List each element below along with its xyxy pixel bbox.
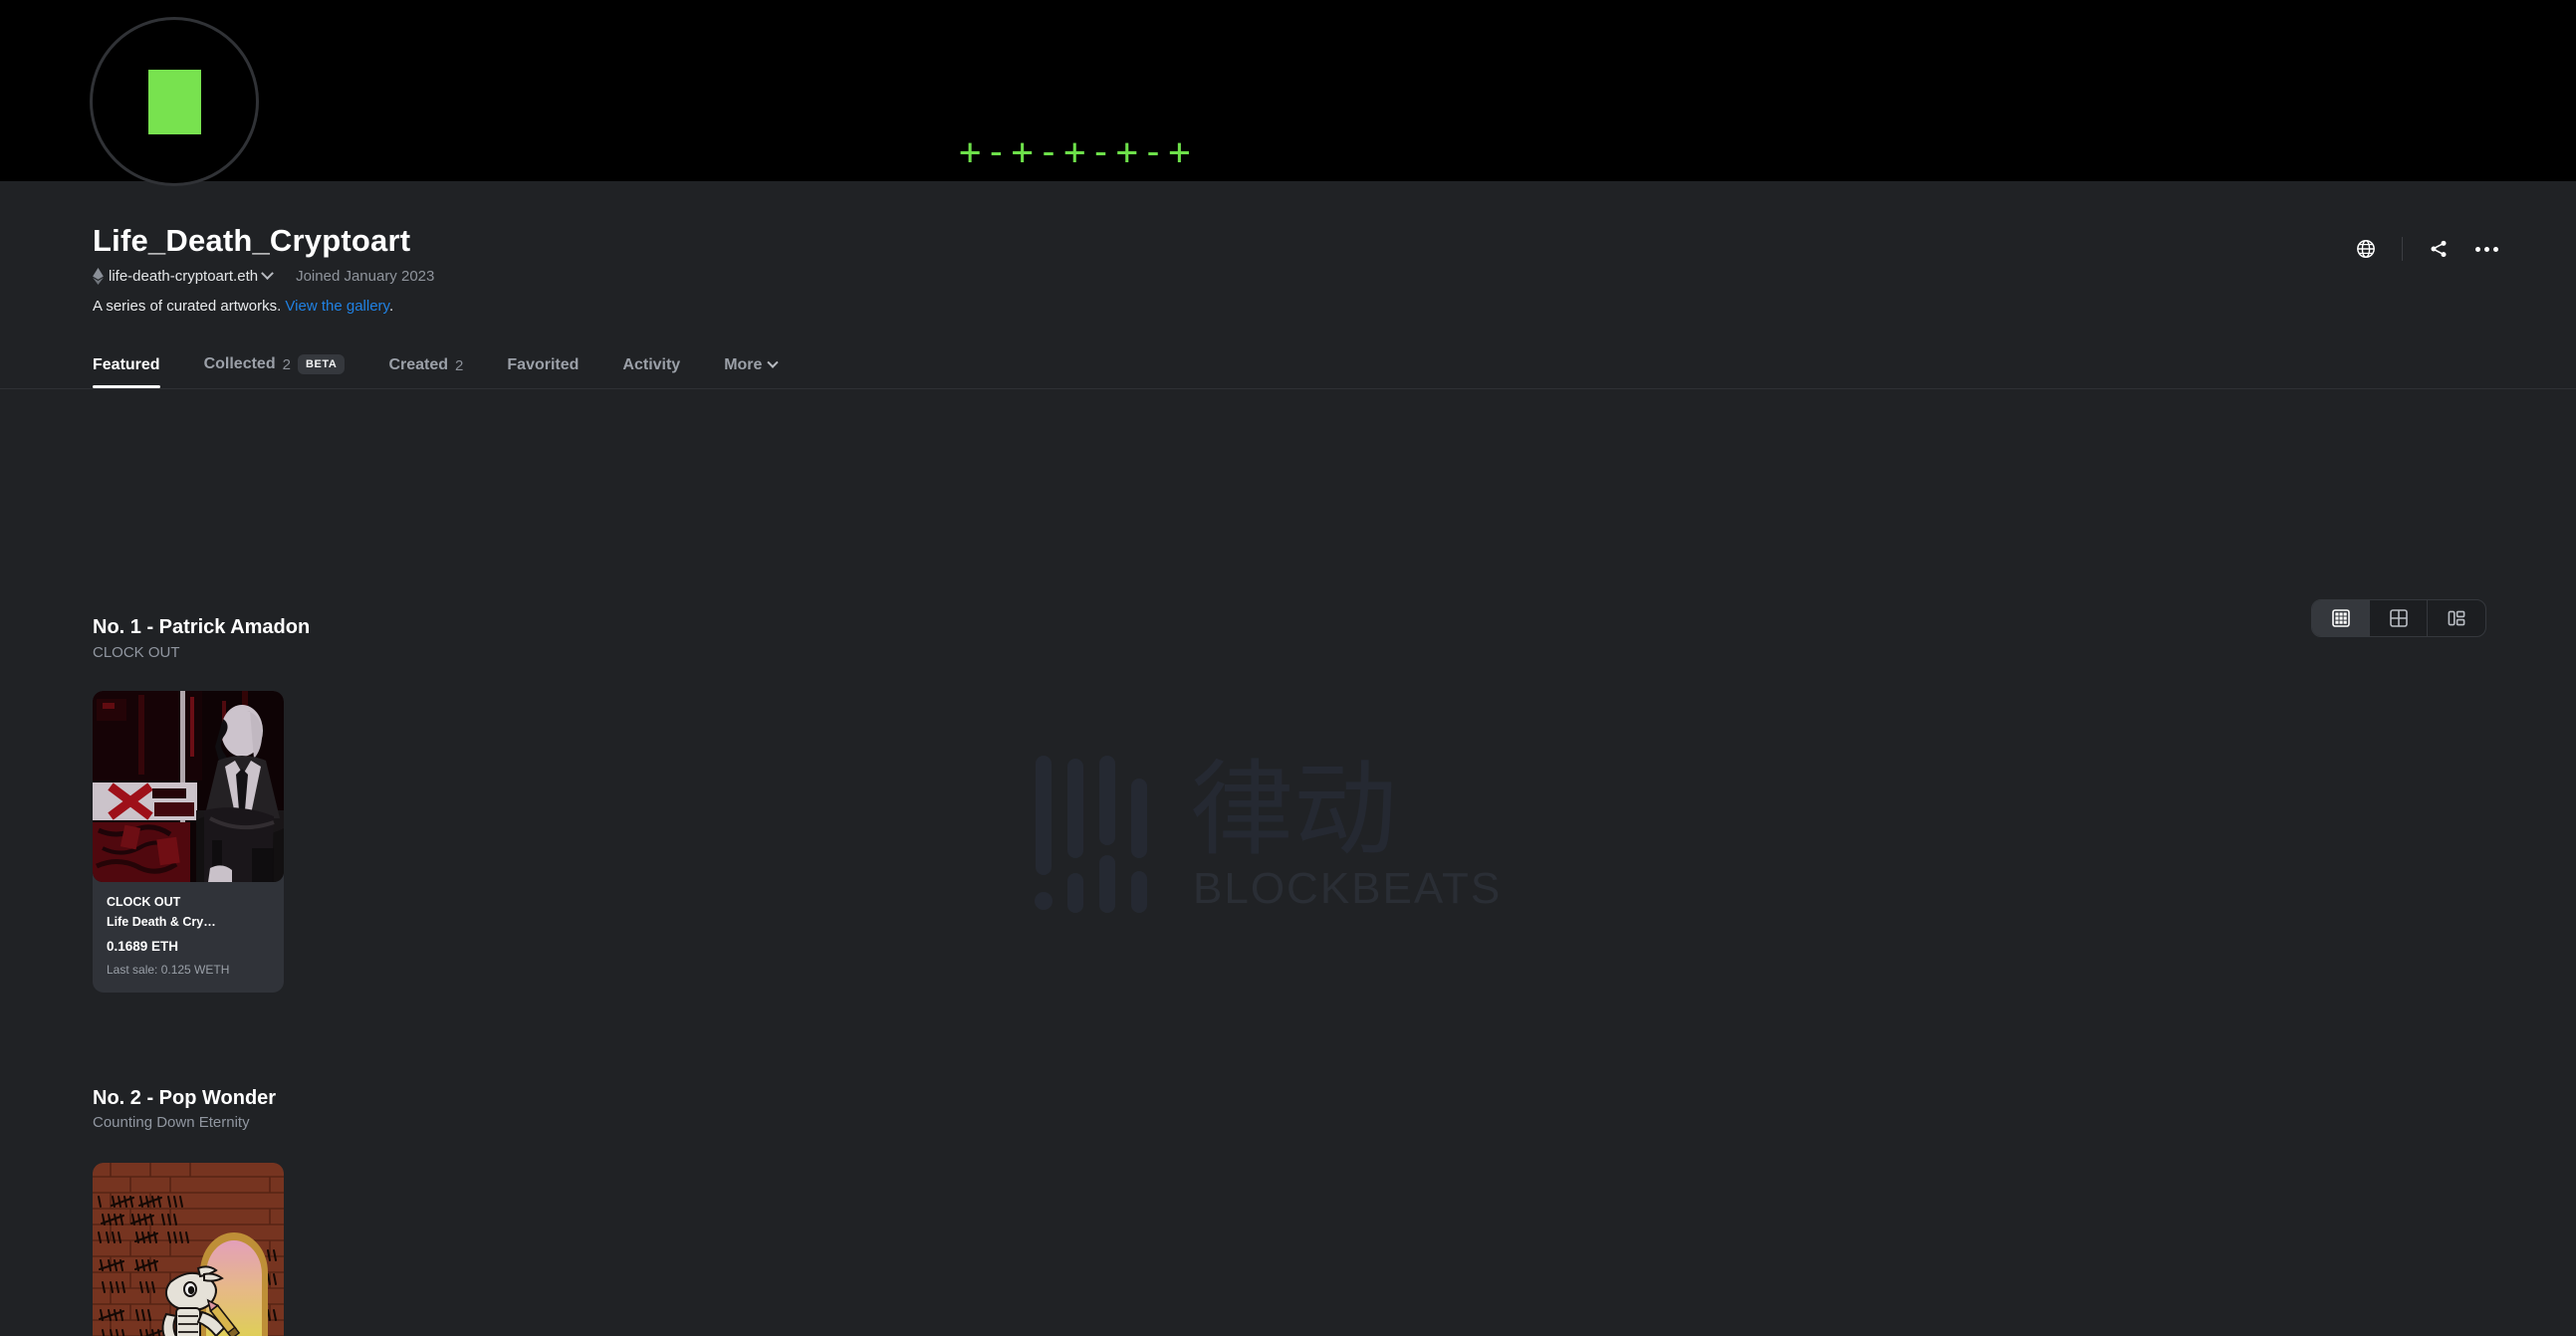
avatar-green-square-icon <box>147 69 201 134</box>
banner-ascii-line-1: +-+-+-+-+ <box>959 130 1195 173</box>
tab-label: Collected <box>203 355 276 372</box>
nft-card-1-last-sale: Last sale: 0.125 WETH <box>107 963 230 977</box>
share-button[interactable] <box>2415 231 2462 267</box>
watermark-bars-icon <box>1035 756 1147 913</box>
ens-name-chip[interactable]: life-death-cryptoart.eth <box>93 267 274 285</box>
more-options-button[interactable] <box>2462 231 2510 267</box>
nft-card-1-price: 0.1689 ETH <box>107 939 179 954</box>
tab-created[interactable]: Created 2 <box>366 356 485 388</box>
tab-collected[interactable]: Collected 2 BETA <box>182 354 367 388</box>
chevron-down-icon[interactable] <box>767 356 780 368</box>
share-icon <box>2431 240 2447 258</box>
watermark-latin-text: BLOCKBEATS <box>1193 864 1502 913</box>
beta-badge: BETA <box>297 354 346 374</box>
profile-bio: A series of curated artworks. View the g… <box>93 298 393 315</box>
nft-card-1-title: CLOCK OUT <box>107 895 181 909</box>
tab-label: Featured <box>93 356 160 373</box>
view-mode-grid-list[interactable] <box>2428 600 2485 636</box>
tab-count: 2 <box>282 355 291 373</box>
ethereum-icon <box>93 268 104 285</box>
profile-banner: +-+-+-+-+ |L|i|f|e| +-+-+-+-+-+ +-+ <box>0 0 2576 181</box>
tab-more[interactable]: More <box>702 356 799 388</box>
view-mode-toggle <box>2311 599 2486 637</box>
profile-avatar[interactable] <box>90 17 259 186</box>
nft-card-2[interactable]: Counting Down Eter… Life Death & Cry… 0.… <box>93 1163 284 1336</box>
ens-name-label: life-death-cryptoart.eth <box>109 268 259 285</box>
header-actions <box>2342 231 2510 267</box>
profile-tabs: Featured Collected 2 BETA Created 2 Favorited A… <box>0 334 2576 389</box>
tab-activity[interactable]: Activity <box>600 356 702 388</box>
banner-ascii-art: +-+-+-+-+ |L|i|f|e| +-+-+-+-+-+ +-+ <box>959 8 1351 181</box>
section-subtitle-1: CLOCK OUT <box>93 644 180 661</box>
grid-small-icon <box>2331 609 2350 627</box>
tab-label: Favorited <box>507 356 580 373</box>
header-divider <box>2402 237 2403 261</box>
blockbeats-watermark: 律动 BLOCKBEATS <box>1026 714 1553 918</box>
nft-card-1[interactable]: CLOCK OUT Life Death & Cry… 0.1689 ETH L… <box>93 691 284 993</box>
globe-button[interactable] <box>2342 231 2390 267</box>
nft-artwork-2 <box>93 1163 284 1336</box>
section-subtitle-2: Counting Down Eternity <box>93 1114 250 1131</box>
view-mode-grid-large[interactable] <box>2370 600 2428 636</box>
section-title-1: No. 1 - Patrick Amadon <box>93 616 311 638</box>
tab-featured[interactable]: Featured <box>93 356 182 388</box>
nft-artwork-1 <box>93 691 284 882</box>
view-gallery-link[interactable]: View the gallery <box>285 298 389 315</box>
grid-large-icon <box>2389 609 2408 627</box>
view-mode-grid-small[interactable] <box>2312 600 2370 636</box>
nft-card-1-collection: Life Death & Cry… <box>107 915 216 929</box>
grid-list-icon <box>2448 610 2465 626</box>
chevron-down-icon[interactable] <box>261 267 274 281</box>
tab-label: Created <box>388 356 449 373</box>
more-icon <box>2474 246 2498 252</box>
tab-label: More <box>724 356 763 373</box>
profile-bio-text: A series of curated artworks. <box>93 298 282 315</box>
nft-card-1-body: CLOCK OUT Life Death & Cry… 0.1689 ETH L… <box>93 882 284 993</box>
watermark-chinese-text: 律动 <box>1190 749 1397 870</box>
joined-date: Joined January 2023 <box>296 268 435 285</box>
tab-favorited[interactable]: Favorited <box>485 356 600 388</box>
globe-icon <box>2357 240 2375 258</box>
page-title: Life_Death_Cryptoart <box>93 223 411 258</box>
section-title-2: No. 2 - Pop Wonder <box>93 1087 277 1109</box>
tab-label: Activity <box>622 356 681 373</box>
tab-count: 2 <box>455 356 464 374</box>
profile-bio-suffix: . <box>388 298 394 315</box>
profile-meta-row: life-death-cryptoart.eth Joined January … <box>93 267 435 285</box>
